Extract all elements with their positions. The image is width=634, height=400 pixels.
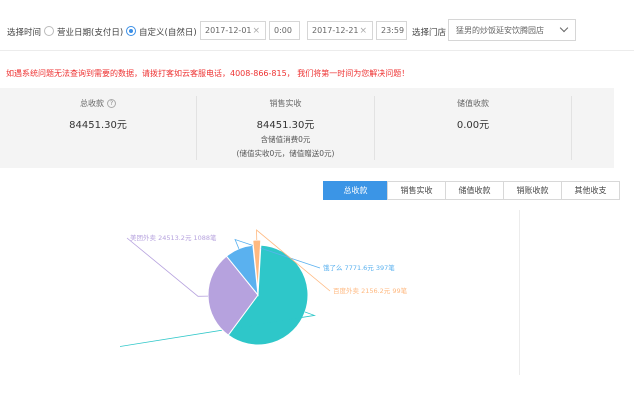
chevron-down-icon [559, 23, 569, 33]
tab-writeoff[interactable]: 销账收款 [503, 181, 562, 200]
summary-sales: 销售实收 84451.30元 含储值消费0元 (储值实收0元，储值赠送0元) [197, 88, 374, 168]
time-label: 选择时间 [7, 28, 42, 38]
tab-stored[interactable]: 储值收款 [445, 181, 504, 200]
tab-other[interactable]: 其他收支 [561, 181, 620, 200]
chart-divider [519, 210, 520, 375]
start-time-input[interactable]: 0:00 [269, 21, 300, 40]
store-select-value: 猛男的炒饭延安饮腾园店 [456, 25, 544, 35]
summary-sales-title: 销售实收 [269, 99, 302, 108]
summary-sales-value: 84451.30元 [256, 120, 315, 131]
tab-total[interactable]: 总收款 [323, 181, 388, 200]
end-time-value: 23:59 [381, 26, 405, 35]
summary-sales-line2: (储值实收0元，储值赠送0元) [236, 149, 335, 158]
payment-pie-chart: 现金 50007.3元 2444笔美团外卖 24513.2元 1088笔饿了么 … [120, 229, 408, 347]
store-select[interactable]: 猛男的炒饭延安饮腾园店 [448, 19, 576, 41]
clear-end-date-icon[interactable]: × [359, 26, 367, 36]
summary-divider [571, 96, 572, 160]
summary-stored-value: 0.00元 [456, 120, 490, 131]
pie-leader-line [126, 237, 209, 297]
radio-business-label[interactable]: 营业日期(支付日) [57, 26, 123, 38]
pie-slice-label: 百度外卖 2156.2元 99笔 [333, 286, 408, 295]
clear-start-date-icon[interactable]: × [252, 26, 260, 36]
summary-sales-line1: 含储值消费0元 [260, 135, 311, 144]
help-icon[interactable]: ? [107, 99, 116, 108]
store-label: 选择门店 [412, 28, 447, 38]
summary-total-value: 84451.30元 [69, 120, 127, 131]
revenue-tabs: 总收款 销售实收 储值收款 销账收款 其他收支 [323, 181, 620, 200]
pie-slice-label: 饿了么 7771.6元 397笔 [323, 263, 395, 272]
end-time-input[interactable]: 23:59 [376, 21, 407, 40]
summary-panel: 总收款 ? 84451.30元 销售实收 84451.30元 含储值消费0元 (… [0, 88, 614, 168]
end-date-value: 2017-12-21 [312, 26, 359, 35]
radio-business-date[interactable] [44, 26, 54, 36]
support-notice: 如遇系统问题无法查询到需要的数据，请拨打客如云客服电话，4008-866-815… [6, 69, 410, 78]
pie-slice-label: 美团外卖 24513.2元 1088笔 [130, 233, 217, 242]
summary-total-title: 总收款 [80, 99, 104, 108]
start-time-value: 0:00 [274, 26, 292, 35]
start-date-value: 2017-12-01 [205, 26, 252, 35]
radio-custom-label[interactable]: 自定义(自然日) [139, 26, 197, 38]
radio-custom-date[interactable] [126, 26, 136, 36]
tab-sales[interactable]: 销售实收 [387, 181, 446, 200]
toolbar-divider [0, 50, 634, 51]
summary-stored-title: 储值收款 [457, 99, 489, 108]
filter-toolbar: 选择时间 营业日期(支付日) 自定义(自然日) 2017-12-01 × 0:0… [0, 0, 634, 62]
summary-total: 总收款 ? 84451.30元 [0, 88, 196, 168]
start-date-input[interactable]: 2017-12-01 × [200, 21, 266, 40]
end-date-input[interactable]: 2017-12-21 × [307, 21, 373, 40]
summary-stored: 储值收款 0.00元 [375, 88, 571, 168]
